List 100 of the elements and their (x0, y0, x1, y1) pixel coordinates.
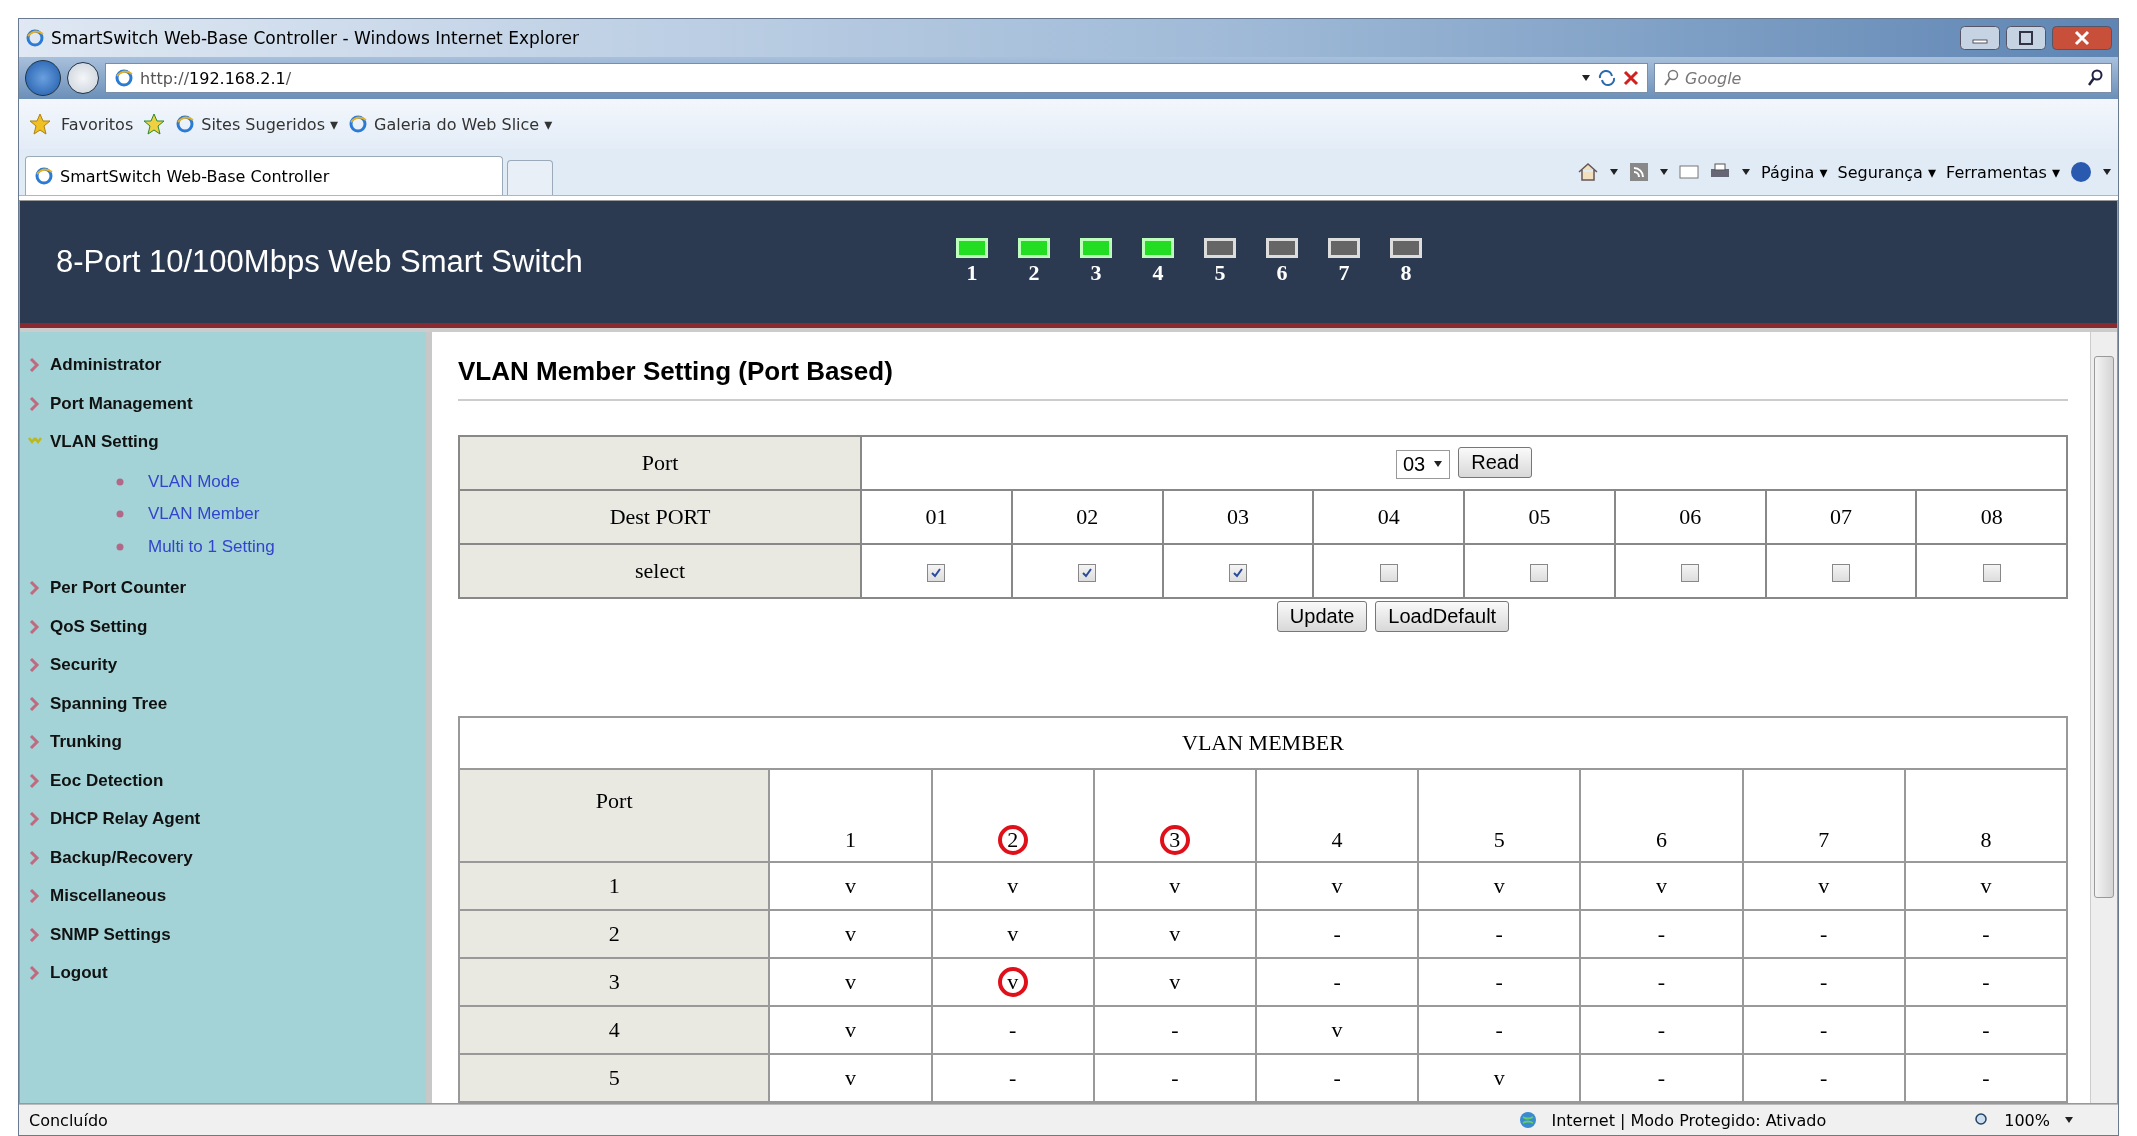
search-icon (1663, 69, 1679, 87)
menu-item[interactable]: Eoc Detection (50, 770, 164, 791)
port-number: 1 (966, 260, 978, 286)
page-icon (348, 114, 369, 134)
menu-item[interactable]: QoS Setting (50, 616, 148, 637)
column-header: 4 (1330, 826, 1344, 854)
checkbox[interactable] (1228, 563, 1247, 582)
dropdown-arrow-icon[interactable] (1609, 168, 1620, 176)
home-icon[interactable] (1577, 161, 1600, 183)
search-icon[interactable] (2087, 69, 2103, 87)
table-cell-text: - (1981, 920, 1991, 948)
back-button[interactable] (25, 60, 61, 96)
dropdown-arrow-icon[interactable] (1433, 460, 1444, 469)
action-button[interactable]: LoadDefault (1375, 601, 1510, 632)
bullet-icon (116, 477, 124, 486)
checkbox[interactable] (927, 563, 946, 582)
dropdown-arrow-icon[interactable] (1741, 168, 1752, 176)
port-select[interactable]: 03 (1395, 449, 1451, 479)
tick-icon (930, 566, 943, 579)
star-icon (29, 113, 51, 135)
checkbox[interactable] (1379, 563, 1398, 582)
checkbox[interactable] (1982, 563, 2001, 582)
checkbox[interactable] (1681, 563, 1700, 582)
table-cell-text: - (1332, 920, 1342, 948)
submenu-link[interactable]: Multi to 1 Setting (148, 536, 275, 557)
table-cell: 03 (1162, 490, 1314, 544)
port-number: 8 (1400, 260, 1412, 286)
table-cell-text: - (1656, 968, 1667, 996)
table-cell-text: v (1168, 968, 1182, 996)
menu-item[interactable]: VLAN Setting (50, 432, 159, 453)
zoom-level[interactable]: 100% (2004, 1110, 2050, 1130)
security-zone: Internet | Modo Protegido: Ativado (1551, 1110, 1827, 1130)
submenu-link[interactable]: VLAN Mode (148, 471, 240, 492)
table-cell-text: - (1494, 968, 1504, 996)
menu-item[interactable]: Logout (50, 963, 108, 984)
command-menu[interactable]: Página ▾ (1761, 162, 1828, 182)
table-cell-text: - (1819, 1064, 1829, 1092)
table-cell-text: - (1170, 1064, 1180, 1092)
minimize-button[interactable] (1960, 26, 2000, 50)
scrollbar-thumb[interactable] (2094, 356, 2114, 898)
table-cell: 2 (459, 910, 770, 958)
table-cell-text: v (1006, 872, 1020, 900)
checkbox[interactable] (1530, 563, 1549, 582)
close-button[interactable] (2052, 26, 2112, 50)
status-text: Concluído (29, 1110, 108, 1130)
dropdown-arrow-icon[interactable] (2102, 168, 2112, 176)
read-button[interactable]: Read (1458, 447, 1533, 479)
menu-item[interactable]: Port Management (50, 393, 193, 414)
feed-icon[interactable] (1629, 162, 1650, 182)
menu-item[interactable]: Security (50, 655, 118, 676)
browser-icon (25, 28, 45, 48)
favorites-button[interactable]: Favoritos (61, 114, 134, 134)
table-cell: 02 (1011, 490, 1163, 544)
globe-icon (1519, 1111, 1538, 1129)
command-menu[interactable]: Ferramentas ▾ (1946, 162, 2060, 182)
table-cell-text: - (1981, 1064, 1991, 1092)
table-cell-text: - (1332, 1064, 1342, 1092)
search-field[interactable]: Google (1654, 63, 2112, 93)
menu-item[interactable]: Miscellaneous (50, 886, 167, 907)
forward-button[interactable] (67, 62, 99, 94)
dropdown-arrow-icon[interactable] (1581, 74, 1591, 82)
table-cell: 05 (1464, 490, 1615, 544)
stop-icon[interactable] (1623, 70, 1639, 86)
table-cell: 06 (1614, 490, 1766, 544)
table-cell-text: - (1656, 1064, 1667, 1092)
command-menu[interactable]: Segurança ▾ (1837, 162, 1937, 182)
switch-title: 8-Port 10/100Mbps Web Smart Switch (55, 244, 584, 280)
port-number: 6 (1276, 260, 1288, 286)
dropdown-arrow-icon[interactable] (1659, 168, 1670, 176)
dropdown-arrow-icon[interactable] (2064, 1116, 2074, 1124)
add-favorite-icon[interactable] (143, 113, 166, 135)
menu-item[interactable]: Spanning Tree (50, 693, 168, 714)
table-cell-text: v (1006, 920, 1020, 948)
table-title: VLAN MEMBER (459, 717, 2067, 769)
table-cell: Port (459, 769, 770, 862)
submenu-link[interactable]: VLAN Member (148, 504, 260, 525)
column-header: 3 (1159, 825, 1190, 855)
menu-item[interactable]: Per Port Counter (50, 578, 187, 599)
checkbox[interactable] (1831, 563, 1850, 582)
menu-item[interactable]: Administrator (50, 355, 162, 376)
menu-item[interactable]: Backup/Recovery (50, 847, 193, 868)
table-cell: 01 (861, 490, 1012, 544)
table-cell: Dest PORT (459, 490, 861, 544)
checkbox[interactable] (1078, 563, 1097, 582)
column-header: 5 (1492, 826, 1506, 854)
bullet-icon (116, 510, 124, 519)
restore-button[interactable] (2006, 26, 2046, 50)
refresh-icon[interactable] (1597, 69, 1617, 87)
menu-item[interactable]: SNMP Settings (50, 924, 171, 945)
browser-tab[interactable]: SmartSwitch Web-Base Controller (25, 156, 503, 195)
favorites-link[interactable]: Sites Sugeridos ▾ (201, 114, 339, 134)
address-field[interactable]: http://192.168.2.1/ (105, 63, 1648, 93)
action-button[interactable]: Update (1276, 601, 1368, 632)
menu-item[interactable]: DHCP Relay Agent (50, 809, 201, 830)
table-cell-text: v (843, 920, 857, 948)
menu-item[interactable]: Trunking (50, 732, 122, 753)
port-number: 7 (1338, 260, 1350, 286)
column-header: 1 (843, 826, 857, 854)
favorites-link[interactable]: Galeria do Web Slice ▾ (374, 114, 553, 134)
table-cell: 5 (459, 1054, 770, 1102)
